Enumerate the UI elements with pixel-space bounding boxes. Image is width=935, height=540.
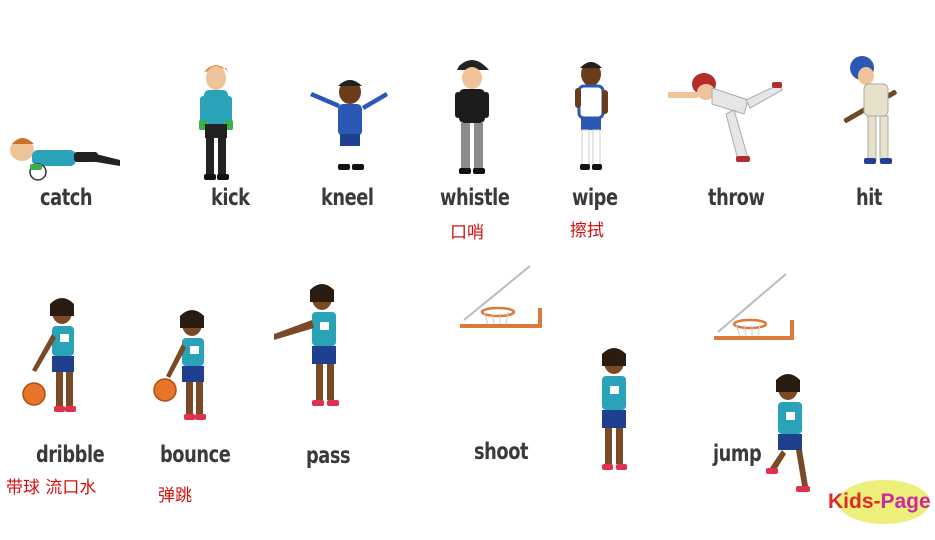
kids-page-logo: Kids-Page (828, 478, 935, 528)
logo-text-part1: Kids- (828, 490, 881, 513)
logo-text-part2: Page (880, 490, 931, 513)
note-whistle: 口哨 (450, 223, 484, 243)
word-kick: kick (211, 185, 250, 211)
catch-illustration (10, 138, 120, 181)
shoot-hoop-illustration (460, 265, 542, 328)
hit-illustration (843, 56, 897, 164)
word-wipe: wipe (572, 185, 618, 211)
note-bounce: 弹跳 (158, 486, 192, 506)
wipe-illustration (575, 62, 608, 170)
word-pass: pass (306, 443, 351, 469)
word-kneel: kneel (321, 185, 374, 211)
pass-illustration (274, 284, 339, 406)
kick-illustration (199, 65, 233, 180)
jump-illustration (766, 374, 810, 492)
dribble-illustration (22, 298, 76, 412)
word-catch: catch (40, 185, 93, 211)
word-jump: jump (713, 441, 762, 467)
kneel-illustration (310, 80, 388, 170)
whistle-illustration (455, 60, 489, 174)
word-shoot: shoot (474, 439, 529, 465)
logo-text: Kids-Page (828, 490, 931, 514)
throw-illustration (668, 73, 783, 162)
note-dribble: 带球 流口水 (6, 478, 97, 498)
bounce-illustration (153, 310, 206, 420)
word-hit: hit (856, 185, 882, 211)
word-throw: throw (708, 185, 765, 211)
word-dribble: dribble (36, 442, 105, 468)
jump-hoop-illustration (714, 273, 794, 340)
note-wipe: 擦拭 (570, 221, 604, 241)
shoot-illustration (602, 348, 627, 470)
word-whistle: whistle (440, 185, 510, 211)
word-bounce: bounce (160, 442, 231, 468)
